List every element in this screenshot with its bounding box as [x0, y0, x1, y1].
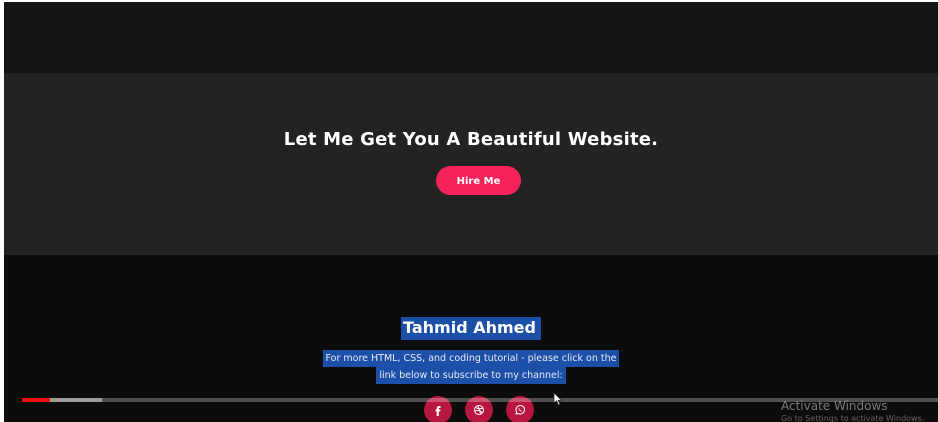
hire-me-button[interactable]: Hire Me [436, 166, 521, 195]
screen: Let Me Get You A Beautiful Website. Hire… [0, 0, 938, 422]
description-line: For more HTML, CSS, and coding tutorial … [322, 350, 620, 367]
author-name: Tahmid Ahmed [401, 317, 541, 340]
footer-description: For more HTML, CSS, and coding tutorial … [4, 350, 938, 384]
whatsapp-icon [515, 405, 525, 415]
watermark-title: Activate Windows [781, 399, 888, 413]
hero-title: Let Me Get You A Beautiful Website. [283, 129, 659, 150]
site-header-band [4, 2, 938, 73]
facebook-icon [435, 406, 441, 416]
progress-played [22, 398, 51, 402]
dribbble-icon [474, 405, 484, 415]
mouse-cursor-icon [553, 392, 563, 406]
description-line: link below to subscribe to my channel: [376, 367, 566, 384]
hero-section [4, 73, 938, 255]
video-player[interactable]: Let Me Get You A Beautiful Website. Hire… [4, 2, 938, 422]
author-block: Tahmid Ahmed [4, 317, 938, 340]
watermark-subtitle: Go to Settings to activate Windows. [781, 414, 925, 422]
windows-activation-watermark: Activate Windows Go to Settings to activ… [781, 399, 924, 422]
